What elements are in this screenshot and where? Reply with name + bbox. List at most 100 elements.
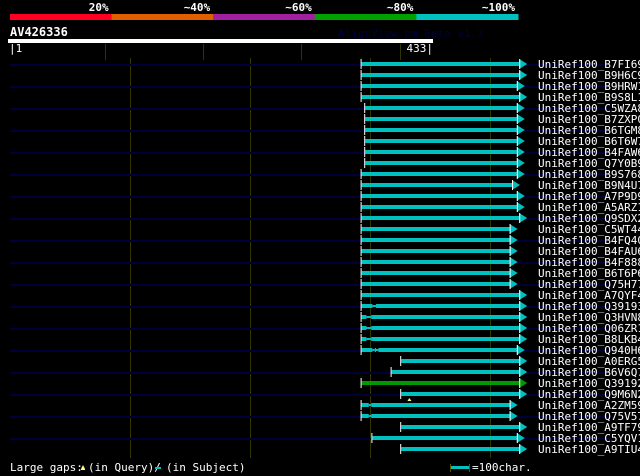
hit-end-marker: [516, 136, 518, 146]
arrow-icon: [516, 158, 525, 168]
ruler-tick: [203, 44, 204, 60]
hit-end-marker: [519, 356, 521, 366]
arrow-icon: [519, 422, 528, 432]
hit-bar: [361, 172, 517, 176]
arrow-icon: [519, 92, 528, 102]
scale-segment: [111, 14, 214, 20]
arrow-icon: [516, 169, 525, 179]
hit-end-marker: [516, 147, 518, 157]
hit-bar: [361, 249, 510, 253]
arrow-icon: [519, 444, 528, 454]
hit-start-marker: [360, 59, 362, 69]
subject-gap-icon: [155, 467, 161, 469]
scale-segment: [10, 14, 113, 20]
hit-end-marker: [519, 389, 521, 399]
scale-label: 20%: [89, 1, 109, 14]
hit-end-marker: [509, 246, 511, 256]
arrow-icon: [519, 312, 528, 322]
scale-label: ~60%: [285, 1, 312, 14]
hit-bar: [365, 139, 517, 143]
ruler-tick: [301, 44, 302, 60]
hit-bar: [371, 414, 510, 418]
query-ruler-ticks: [105, 44, 401, 60]
hit-bar: [361, 414, 369, 418]
hit-start-marker: [390, 367, 392, 377]
hit-bar: [361, 216, 520, 220]
hit-bar: [401, 425, 520, 429]
row-stripe: [10, 240, 610, 242]
hit-start-marker: [400, 444, 402, 454]
hit-end-marker: [519, 422, 521, 432]
hit-bar: [361, 62, 520, 66]
scale-label: ~40%: [184, 1, 211, 14]
arrow-icon: [519, 213, 528, 223]
subject-gap: [372, 349, 375, 351]
hit-end-marker: [512, 180, 513, 190]
hit-end-marker: [519, 301, 521, 311]
hit-bar: [361, 260, 510, 264]
subject-gap: [372, 305, 376, 307]
arrow-icon: [509, 235, 518, 245]
hit-bar: [371, 315, 520, 319]
query-gap-icon-base: [81, 469, 85, 470]
legend: Large gaps: (in Query)/ (in Subject) =10…: [10, 461, 532, 474]
hit-end-marker: [519, 312, 521, 322]
hit-end-marker: [519, 444, 521, 454]
scale-label: ~80%: [387, 1, 414, 14]
hit-start-marker: [360, 213, 362, 223]
hit-bar: [361, 95, 520, 99]
arrow-icon: [516, 103, 525, 113]
row-stripe: [10, 284, 610, 286]
arrow-icon: [509, 411, 518, 421]
hit-start-marker: [360, 345, 362, 355]
hit-bar: [361, 293, 520, 297]
arrow-icon: [516, 147, 525, 157]
identity-color-scale: 20% ~40% ~60% ~80% ~100%: [10, 1, 519, 20]
hit-start-marker: [400, 422, 402, 432]
arrow-icon: [519, 367, 528, 377]
row-stripe: [10, 416, 610, 418]
hit-end-marker: [519, 213, 521, 223]
arrow-icon: [516, 136, 525, 146]
hit-start-marker: [364, 114, 366, 124]
hit-end-marker: [519, 378, 521, 388]
subject-gap: [366, 327, 372, 329]
hit-start-marker: [360, 224, 362, 234]
hit-name[interactable]: UniRef100_A9TIU4: [538, 443, 640, 456]
hit-start-marker: [360, 312, 362, 322]
hit-end-marker: [516, 158, 518, 168]
hit-start-marker: [360, 279, 362, 289]
ruler-tick: [105, 44, 106, 60]
scale-label: ~100%: [482, 1, 515, 14]
hit-bar: [365, 161, 517, 165]
legend-in-query: (in Query)/: [88, 461, 161, 474]
hit-bar: [378, 348, 517, 352]
hit-bar: [361, 304, 373, 308]
hit-end-marker: [516, 202, 518, 212]
hit-bar: [365, 128, 517, 132]
hit-end-marker: [516, 169, 518, 179]
hit-start-marker: [360, 400, 362, 410]
arrow-icon: [509, 400, 518, 410]
hit-bar: [361, 348, 373, 352]
hit-row[interactable]: UniRef100_A9TIU4: [400, 443, 640, 456]
hit-bar: [401, 447, 520, 451]
hit-start-marker: [364, 158, 366, 168]
hit-start-marker: [400, 389, 402, 399]
legend-large-gaps-label: Large gaps:: [10, 461, 83, 474]
hit-end-marker: [516, 191, 518, 201]
hit-start-marker: [360, 92, 362, 102]
scale-segment: [314, 14, 417, 20]
hit-end-marker: [509, 279, 511, 289]
arrow-icon: [516, 345, 525, 355]
hit-bar: [371, 337, 520, 341]
ruler-tick: [400, 44, 401, 60]
hit-bar: [361, 238, 510, 242]
hit-bar: [361, 183, 512, 187]
hit-start-marker: [371, 433, 373, 443]
hit-end-marker: [519, 334, 521, 344]
arrow-icon: [509, 279, 518, 289]
arrow-icon: [519, 334, 528, 344]
hit-start-marker: [360, 334, 362, 344]
grid-line: [250, 58, 251, 458]
